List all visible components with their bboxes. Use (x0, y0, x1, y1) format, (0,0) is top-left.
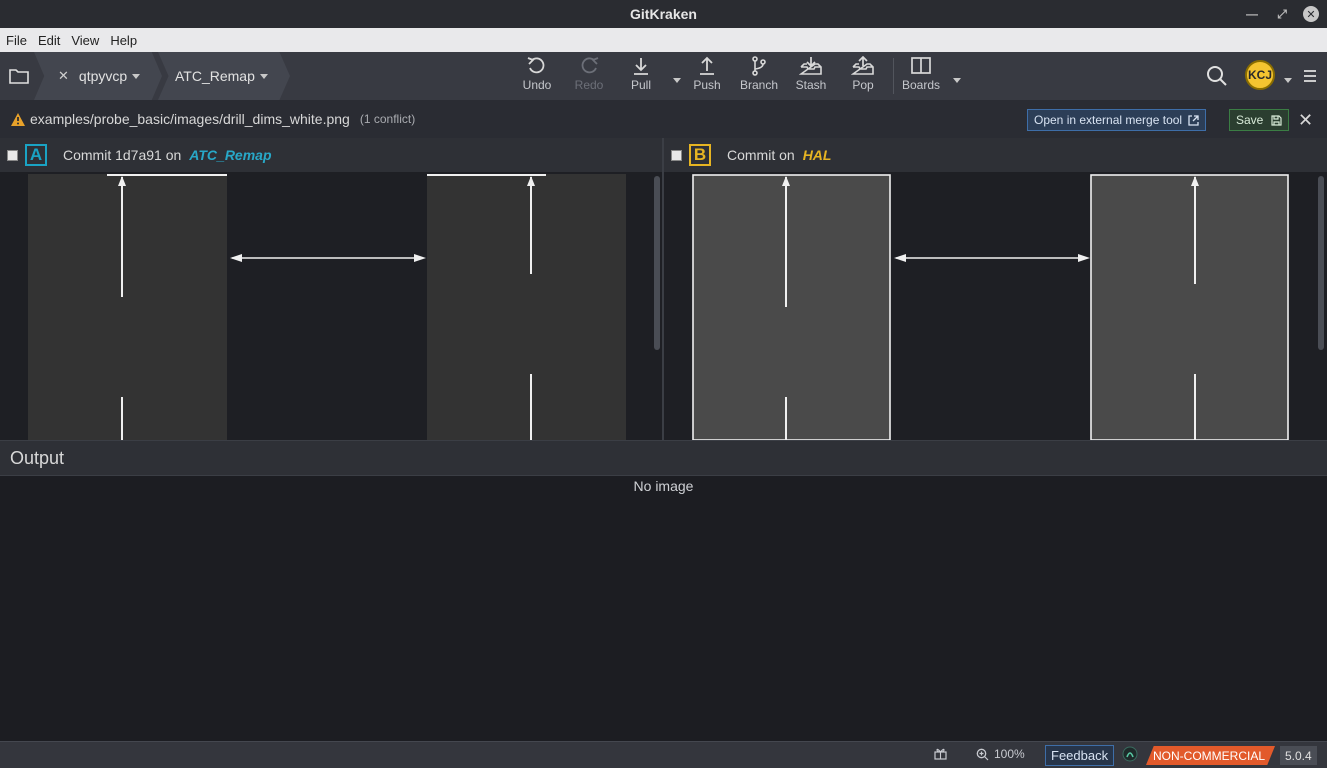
output-empty-message: No image (633, 478, 694, 494)
push-button[interactable]: Push (682, 56, 732, 96)
pull-button[interactable]: Pull (616, 56, 666, 96)
external-link-icon (1188, 114, 1199, 126)
hamburger-menu-icon[interactable] (1303, 69, 1317, 87)
window-controls: — ⤢ ✕ (1237, 4, 1319, 24)
output-title: Output (10, 447, 65, 468)
title-bar: GitKraken — ⤢ ✕ (0, 0, 1327, 28)
menu-bar: File Edit View Help (0, 28, 1327, 52)
minimize-icon[interactable]: — (1237, 4, 1267, 24)
chevron-down-icon (132, 73, 141, 79)
conflict-bar: examples/probe_basic/images/drill_dims_w… (0, 100, 1327, 138)
branch-name: ATC_Remap (175, 68, 255, 84)
pull-icon (634, 58, 648, 75)
feedback-button[interactable]: Feedback (1045, 745, 1115, 766)
conflict-file-path: examples/probe_basic/images/drill_dims_w… (30, 111, 350, 127)
menu-edit[interactable]: Edit (38, 33, 60, 48)
pane-b-branch: HAL (802, 147, 832, 163)
pane-b-scrollbar[interactable] (1318, 176, 1324, 350)
output-pane: No image (0, 476, 1327, 741)
output-header: Output (0, 440, 1327, 476)
close-conflict-icon[interactable]: ✕ (1298, 110, 1313, 131)
boards-button[interactable]: Boards (896, 56, 946, 96)
drill-dims-image-a (28, 174, 626, 440)
pane-b-image (664, 172, 1327, 440)
pane-a-header: A Commit 1d7a91 on ATC_Remap (0, 138, 662, 172)
status-bar: 100% Feedback NON-COMMERCIAL 5.0.4 (0, 741, 1327, 768)
conflict-count: (1 conflict) (359, 112, 416, 126)
kraken-icon (1122, 746, 1138, 762)
zoom-icon (976, 748, 989, 760)
pane-a-image (0, 172, 662, 440)
pane-a-scrollbar[interactable] (654, 176, 660, 350)
account-menu-chevron-icon[interactable] (1279, 72, 1292, 90)
branch-tab[interactable]: ATC_Remap (158, 52, 290, 100)
zoom-level: 100% (994, 747, 1025, 761)
pop-icon (851, 56, 874, 75)
toolbar-divider (893, 58, 894, 94)
pull-options-chevron-icon[interactable] (668, 72, 681, 90)
close-tab-icon[interactable]: ✕ (58, 68, 69, 84)
folder-icon[interactable] (0, 52, 38, 100)
zoom-control[interactable]: 100% (976, 747, 1025, 761)
pane-a-letter: A (25, 144, 47, 166)
pane-a-checkbox[interactable] (7, 149, 18, 161)
repo-name: qtpyvcp (78, 68, 128, 84)
push-icon (700, 56, 714, 75)
version-badge: 5.0.4 (1280, 746, 1317, 765)
pane-b-commit: Commit on (727, 147, 795, 163)
pop-button[interactable]: Pop (838, 56, 888, 96)
close-window-icon[interactable]: ✕ (1303, 6, 1319, 22)
menu-file[interactable]: File (6, 33, 27, 48)
warning-icon (11, 112, 25, 126)
redo-icon (581, 57, 599, 74)
save-icon (1271, 114, 1282, 126)
repo-tab[interactable]: ✕ qtpyvcp (34, 52, 162, 100)
undo-icon (527, 57, 545, 74)
menu-help[interactable]: Help (110, 33, 137, 48)
license-badge[interactable]: NON-COMMERCIAL (1146, 746, 1276, 765)
stash-button[interactable]: Stash (786, 56, 836, 96)
pane-a-commit: Commit 1d7a91 on (63, 147, 182, 163)
drill-dims-image-b (692, 174, 1289, 440)
stash-icon (799, 57, 822, 75)
pane-a-branch: ATC_Remap (189, 147, 272, 163)
pane-b-letter: B (689, 144, 711, 166)
boards-options-chevron-icon[interactable] (948, 72, 961, 90)
avatar[interactable]: KCJ (1245, 60, 1275, 90)
toolbar: ✕ qtpyvcp ATC_Remap Undo Redo Pull Push … (0, 52, 1327, 100)
open-external-merge-tool-button[interactable]: Open in external merge tool (1027, 109, 1207, 131)
branch-button[interactable]: Branch (734, 56, 784, 96)
boards-icon (911, 57, 931, 74)
restore-icon[interactable]: ⤢ (1267, 4, 1297, 24)
pane-b-checkbox[interactable] (671, 149, 682, 161)
gift-icon[interactable] (934, 747, 947, 760)
window-title: GitKraken (630, 6, 697, 22)
branch-icon (752, 56, 766, 76)
save-button[interactable]: Save (1229, 109, 1290, 131)
undo-button[interactable]: Undo (512, 56, 562, 96)
menu-view[interactable]: View (71, 33, 99, 48)
search-icon[interactable] (1206, 65, 1228, 92)
chevron-down-icon (259, 73, 268, 79)
redo-button[interactable]: Redo (564, 56, 614, 96)
pane-b-header: B Commit on HAL (664, 138, 1327, 172)
